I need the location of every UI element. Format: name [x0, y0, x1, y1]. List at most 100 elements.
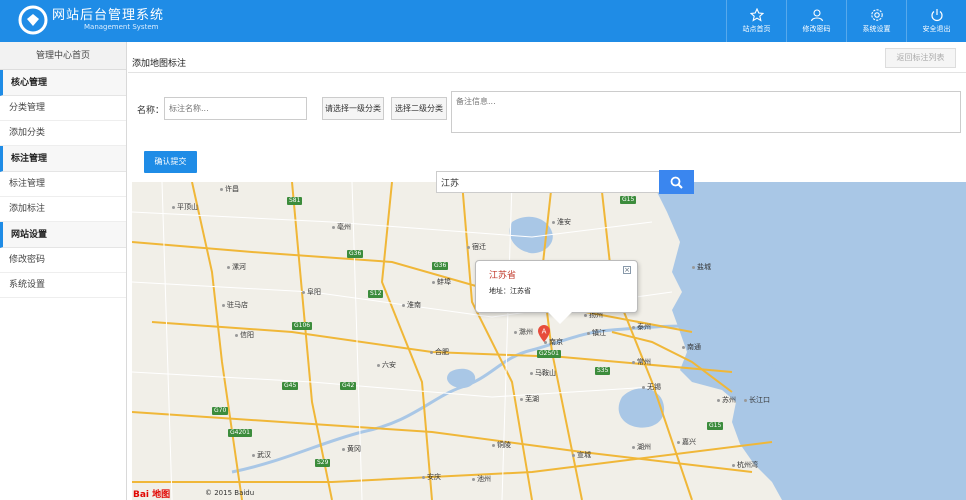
map-city-label: 淮南 [402, 300, 421, 310]
lake-taihu [618, 388, 665, 428]
map-city-label: 漯河 [227, 262, 246, 272]
road-shield: G15 [620, 196, 637, 204]
road-shield: G45 [282, 382, 299, 390]
brand: 网站后台管理系统 Management System [52, 8, 164, 32]
road-shield: G36 [347, 250, 364, 258]
nav-change-password[interactable]: 修改密码 [786, 0, 846, 42]
nav-logout-label: 安全退出 [922, 25, 951, 33]
map-city-label: 驻马店 [222, 300, 248, 310]
nav-logout[interactable]: 安全退出 [906, 0, 966, 42]
map-city-label: 宿迁 [467, 242, 486, 252]
note-textarea[interactable] [451, 91, 961, 133]
map-city-label: 宣城 [572, 450, 591, 460]
map-city-label: 芜湖 [520, 394, 539, 404]
map-city-label: 滁州 [514, 327, 533, 337]
map-city-label: 南通 [682, 342, 701, 352]
app-subtitle: Management System [84, 23, 159, 31]
road-shield: S81 [287, 197, 303, 205]
info-window-title: 江苏省 [489, 271, 517, 281]
map-city-label: 长江口 [744, 395, 770, 405]
header-nav: 站点首页 修改密码 系统设置 安全退出 [726, 0, 966, 42]
info-window-address: 地址：江苏省 [489, 287, 531, 295]
road-shield: G15 [707, 422, 724, 430]
nav-site-home[interactable]: 站点首页 [726, 0, 786, 42]
search-icon [670, 176, 683, 189]
page-title: 添加地图标注 [132, 59, 187, 69]
sidebar-item-add-marker[interactable]: 添加标注 [0, 197, 126, 222]
map-marker-icon[interactable]: A [538, 325, 550, 342]
map-city-label: 安庆 [422, 472, 441, 482]
sidebar-item-change-password[interactable]: 修改密码 [0, 248, 126, 273]
map-city-label: 无锡 [642, 382, 661, 392]
map-copyright: © 2015 Baidu [205, 489, 255, 497]
map-city-label: 湖州 [632, 442, 651, 452]
road-shield: S12 [368, 290, 384, 298]
sidebar-item-system-settings[interactable]: 系统设置 [0, 273, 126, 298]
road-shield: G42 [340, 382, 357, 390]
back-to-list-button[interactable]: 返回标注列表 [885, 48, 956, 68]
sidebar-group-core: 核心管理 [0, 70, 126, 96]
star-icon [749, 8, 764, 22]
gear-icon [870, 9, 883, 21]
map-city-label: 信阳 [235, 330, 254, 340]
map-city-label: 铜陵 [492, 440, 511, 450]
map-city-label: 武汉 [252, 450, 271, 460]
map-city-label: 池州 [472, 474, 491, 484]
nav-system-settings-label: 系统设置 [862, 25, 891, 33]
map-city-label: 嘉兴 [677, 437, 696, 447]
map-city-label: 黄冈 [342, 444, 361, 454]
sea-area [652, 182, 966, 500]
logo-icon [18, 5, 48, 35]
road-shield: S29 [315, 459, 331, 467]
road-shield: G70 [212, 407, 229, 415]
map-city-label: 蚌埠 [432, 277, 451, 287]
sidebar-item-marker-manage[interactable]: 标注管理 [0, 172, 126, 197]
lake-chaohu [447, 368, 476, 389]
map-city-label: 亳州 [332, 222, 351, 232]
road-shield: G2501 [537, 350, 561, 358]
nav-change-password-label: 修改密码 [802, 25, 831, 33]
sidebar-home[interactable]: 管理中心首页 [0, 42, 126, 70]
submit-button[interactable]: 确认提交 [144, 151, 197, 173]
app-title: 网站后台管理系统 [52, 8, 165, 23]
nav-site-home-label: 站点首页 [742, 25, 771, 33]
sidebar-item-category-manage[interactable]: 分类管理 [0, 96, 126, 121]
user-icon [810, 9, 823, 22]
map-city-label: 盐城 [692, 262, 711, 272]
map-city-label: 马鞍山 [530, 368, 556, 378]
close-icon[interactable]: × [623, 266, 631, 274]
map-city-label: 合肥 [430, 347, 449, 357]
road-shield: G36 [432, 262, 449, 270]
road-shield: G106 [292, 322, 313, 330]
map-search-button[interactable] [659, 170, 694, 194]
road-shield: S35 [595, 367, 611, 375]
road-shield: G4201 [228, 429, 252, 437]
category2-select[interactable]: 选择二级分类 [391, 97, 447, 120]
map-info-window: 江苏省 × 地址：江苏省 [475, 260, 638, 324]
map-city-label: 泰州 [632, 322, 651, 332]
top-header: 网站后台管理系统 Management System 站点首页 修改密码 系统设… [0, 0, 966, 42]
map-city-label: 平顶山 [172, 202, 198, 212]
map-city-label: 许昌 [220, 184, 239, 194]
baidu-map[interactable]: 许昌 平顶山 漯河 驻马店 信阳 合肥 南京 扬州 镇江 常州 无锡 苏州 南通… [132, 182, 966, 500]
title-divider [128, 72, 966, 73]
name-input[interactable] [164, 97, 307, 120]
map-search-input[interactable] [436, 171, 660, 193]
baidu-map-logo: Bai 地图 [133, 490, 171, 500]
sidebar-item-add-category[interactable]: 添加分类 [0, 121, 126, 146]
map-city-label: 杭州湾 [732, 460, 758, 470]
sidebar-group-marker: 标注管理 [0, 146, 126, 172]
nav-system-settings[interactable]: 系统设置 [846, 0, 906, 42]
map-city-label: 常州 [632, 357, 651, 367]
map-city-label: 镇江 [587, 328, 606, 338]
name-label: 名称： [137, 106, 165, 116]
svg-text:A: A [542, 328, 547, 336]
map-city-label: 苏州 [717, 395, 736, 405]
power-icon [930, 9, 943, 22]
map-city-label: 淮安 [552, 217, 571, 227]
map-city-label: 六安 [377, 360, 396, 370]
sidebar-group-site: 网站设置 [0, 222, 126, 248]
map-city-label: 阜阳 [302, 287, 321, 297]
sidebar: 管理中心首页 核心管理 分类管理 添加分类 标注管理 标注管理 添加标注 网站设… [0, 42, 127, 500]
category1-select[interactable]: 请选择一级分类 [322, 97, 384, 120]
